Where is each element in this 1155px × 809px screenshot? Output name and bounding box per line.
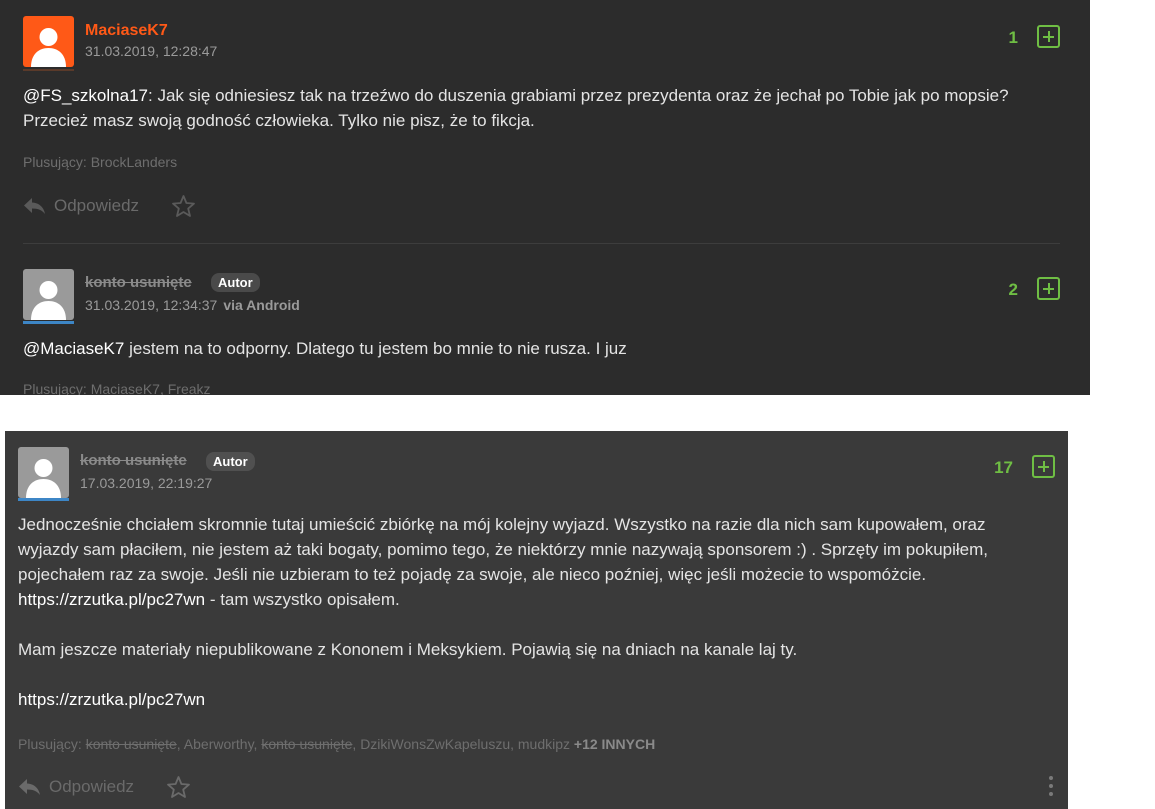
reply-label: Odpowiedz [49,777,135,796]
author-indicator-bar [23,321,74,324]
plus-icon[interactable] [1037,25,1060,48]
external-link[interactable]: https://zrzutka.pl/pc27wn [18,690,205,709]
comment-body: @MaciaseK7 jestem na to odporny. Dlatego… [23,336,1033,361]
comment: konto usunięte Autor 17.03.2019, 22:19:2… [5,431,1068,809]
body-paragraph-2: Mam jeszcze materiały niepublikowane z K… [18,637,1048,662]
external-link[interactable]: https://zrzutka.pl/pc27wn [18,590,205,609]
reply-arrow-icon [24,198,45,214]
plusers-more-link[interactable]: +12 INNYCH [574,736,655,752]
user-avatar-icon [31,281,66,320]
paragraph-text: Mam jeszcze materiały niepublikowane z K… [18,640,798,659]
kebab-menu-icon[interactable] [1049,776,1055,796]
timestamp[interactable]: 17.03.2019, 22:19:27 [80,475,212,491]
paragraph-text: Jednocześnie chciałem skromnie tutaj umi… [18,515,989,584]
reply-label: Odpowiedz [54,196,140,215]
reply-button[interactable]: Odpowiedz [18,777,134,797]
comment-actions: Odpowiedz [23,194,196,218]
user-avatar-icon [31,28,66,67]
timestamp[interactable]: 31.03.2019, 12:34:37 via Android [85,297,300,313]
avatar[interactable] [23,269,74,320]
plusers-separator: , DzikiWonsZwKapeluszu, mudkipz [352,736,574,752]
vote-count: 2 [1008,280,1018,299]
pluser-deleted: konto usunięte [85,736,177,752]
via-android-label: via Android [223,297,300,313]
comment: konto usunięte Autor 31.03.2019, 12:34:3… [0,244,1090,395]
user-mention[interactable]: @FS_szkolna17 [23,86,148,105]
username[interactable]: MaciaseK7 [85,22,168,40]
author-badge: Autor [211,273,260,292]
pluser-deleted: konto usunięte [261,736,353,752]
timestamp[interactable]: 31.03.2019, 12:28:47 [85,43,217,59]
timestamp-text: 31.03.2019, 12:28:47 [85,43,218,59]
plusers-list[interactable]: Plusujący: MaciaseK7, Freakz [23,381,211,395]
user-mention[interactable]: @MaciaseK7 [23,339,124,358]
plusers-list[interactable]: Plusujący: konto usunięte, Aberworthy, k… [18,736,655,752]
plus-icon[interactable] [1032,455,1055,478]
avatar[interactable] [18,447,69,498]
paragraph-text: - tam wszystko opisałem. [205,590,400,609]
comment-text: : Jak się odniesiesz tak na trzeźwo do d… [23,86,1009,130]
star-outline-icon[interactable] [166,775,191,799]
timestamp-text: 31.03.2019, 12:34:37 [85,297,218,313]
author-indicator-bar [18,498,69,501]
reply-button[interactable]: Odpowiedz [23,196,139,216]
user-avatar-icon [26,459,61,498]
author-badge: Autor [206,452,255,471]
comment-text: jestem na to odporny. Dlatego tu jestem … [124,339,627,358]
timestamp-text: 17.03.2019, 22:19:27 [80,475,213,491]
comments-panel-bottom: konto usunięte Autor 17.03.2019, 22:19:2… [5,431,1068,809]
username: konto usunięte [85,274,192,291]
comment: MaciaseK7 31.03.2019, 12:28:47 1 @FS_szk… [0,0,1090,240]
avatar[interactable] [23,16,74,67]
plusers-list[interactable]: Plusujący: BrockLanders [23,154,177,170]
star-outline-icon[interactable] [171,194,196,218]
comments-panel-top: MaciaseK7 31.03.2019, 12:28:47 1 @FS_szk… [0,0,1090,395]
vote-count: 17 [994,458,1013,477]
body-paragraph-1: Jednocześnie chciałem skromnie tutaj umi… [18,512,1048,612]
plusers-label: Plusujący: [18,736,86,752]
comment-body: Jednocześnie chciałem skromnie tutaj umi… [18,512,1048,712]
comment-body: @FS_szkolna17: Jak się odniesiesz tak na… [23,83,1033,133]
plus-icon[interactable] [1037,277,1060,300]
avatar-underline [23,69,74,71]
vote-count: 1 [1008,28,1018,47]
username: konto usunięte [80,452,187,469]
comment-actions: Odpowiedz [18,775,191,799]
plusers-separator: , Aberworthy, [176,736,262,752]
reply-arrow-icon [19,779,40,795]
body-paragraph-3: https://zrzutka.pl/pc27wn [18,687,1048,712]
